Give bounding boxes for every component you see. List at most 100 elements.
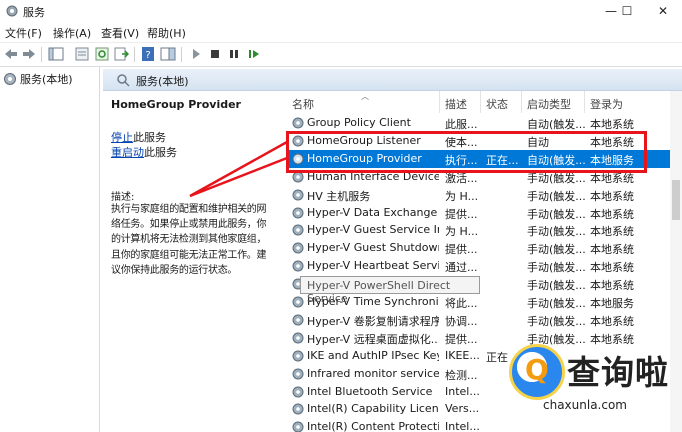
- help-icon[interactable]: ?: [140, 46, 156, 62]
- service-description-cell: Intel...: [445, 420, 480, 432]
- description-line: 且你的家庭组可能无法正常工作。建: [111, 249, 267, 261]
- toolbar: ?: [0, 43, 682, 67]
- watermark-domain: chaxunla.com: [543, 398, 627, 412]
- back-arrow-icon[interactable]: [3, 46, 19, 62]
- service-gear-icon: [292, 242, 304, 254]
- service-name-cell: Hyper-V 远程桌面虚拟化...: [307, 332, 439, 346]
- service-description-cell: 此服...: [445, 118, 478, 131]
- toolbar-separator: [181, 47, 182, 62]
- forward-arrow-icon[interactable]: [21, 46, 37, 62]
- close-button[interactable]: ✕: [646, 0, 680, 22]
- menu-help[interactable]: 帮助(H): [147, 25, 186, 41]
- column-header-label: 描述: [445, 98, 467, 111]
- stop-link[interactable]: 停止: [111, 131, 133, 144]
- description-line: 的计算机将无法检测到其他家庭组，: [111, 234, 267, 246]
- toolbar-separator: [134, 47, 135, 62]
- service-startup-cell: 手动(触发...: [527, 314, 585, 328]
- service-description-cell: 协调...: [445, 314, 478, 328]
- service-startup-cell: 手动(触发...: [527, 225, 585, 239]
- service-description-cell: 为 H...: [445, 189, 479, 203]
- column-header-startup-type[interactable]: 启动类型: [522, 91, 585, 113]
- menu-view[interactable]: 查看(V): [101, 25, 139, 41]
- pause-service-icon[interactable]: [226, 46, 242, 62]
- service-name-cell: Hyper-V Guest Service In...: [307, 223, 439, 237]
- service-logon-cell: 本地系统: [590, 189, 634, 203]
- menu-file[interactable]: 文件(F): [5, 25, 42, 41]
- service-description-cell: 检测...: [445, 368, 478, 382]
- service-gear-icon: [292, 189, 304, 201]
- refresh-icon[interactable]: [94, 46, 110, 62]
- service-name-cell: Infrared monitor service: [307, 366, 439, 380]
- service-name-cell: Hyper-V 卷影复制请求程序: [307, 314, 439, 328]
- restart-link-suffix: 此服务: [144, 146, 177, 159]
- service-logon-cell: 本地系统: [590, 279, 634, 293]
- description-line: 络任务。如果停止或禁用此服务，你: [111, 219, 267, 231]
- description-text: 执行与家庭组的配置和维护相关的网 络任务。如果停止或禁用此服务，你 的计算机将无…: [111, 202, 279, 278]
- service-startup-cell: 手动(触发...: [527, 207, 585, 221]
- console-tree: 服务(本地): [0, 67, 100, 432]
- restart-service-icon[interactable]: [246, 46, 262, 62]
- export-list-icon[interactable]: [113, 46, 129, 62]
- service-row[interactable]: Hyper-V 卷影复制请求程序 协调... 手动(触发... 本地系统: [287, 311, 682, 329]
- watermark-q-glyph: Q: [525, 353, 549, 386]
- service-row[interactable]: Group Policy Client 此服... 自动(触发... 本地系统: [287, 114, 682, 132]
- menu-bar: 文件(F) 操作(A) 查看(V) 帮助(H): [0, 22, 682, 43]
- start-service-icon[interactable]: [188, 46, 204, 62]
- console-tree-icon[interactable]: [48, 46, 64, 62]
- service-name-cell: Intel(R) Capability Licensi...: [307, 402, 439, 416]
- restart-link[interactable]: 重启动: [111, 146, 144, 159]
- selected-service-title: HomeGroup Provider: [111, 98, 241, 111]
- service-description-cell: 提供...: [445, 332, 478, 346]
- service-name-cell: HV 主机服务: [307, 189, 371, 203]
- watermark-logo: Q 查询啦 chaxunla.com: [505, 340, 682, 432]
- service-logon-cell: 本地服务: [590, 297, 634, 310]
- menu-action[interactable]: 操作(A): [53, 25, 91, 41]
- column-header-status[interactable]: 状态: [481, 91, 522, 113]
- service-logon-cell: 本地系统: [590, 207, 634, 221]
- maximize-button[interactable]: ☐: [610, 0, 644, 22]
- search-icon: [117, 74, 130, 87]
- description-line: 议你保持此服务的运行状态。: [111, 264, 238, 276]
- column-header-label: 登录为: [590, 98, 623, 111]
- service-gear-icon: [292, 207, 304, 218]
- scrollbar-thumb[interactable]: [672, 180, 680, 220]
- column-header-label: 状态: [486, 98, 508, 111]
- column-header-description[interactable]: 描述: [440, 91, 481, 113]
- stop-service-icon[interactable]: [207, 46, 223, 62]
- service-gear-icon: [292, 117, 304, 129]
- show-hide-pane-icon[interactable]: [160, 46, 176, 62]
- service-logon-cell: 本地系统: [590, 261, 634, 275]
- service-row[interactable]: Hyper-V Guest Service In... 为 H... 手动(触发..…: [287, 221, 682, 239]
- service-row[interactable]: HV 主机服务 为 H... 手动(触发... 本地系统: [287, 186, 682, 204]
- service-row[interactable]: Hyper-V Heartbeat Service 通过... 手动(触发... 本地…: [287, 257, 682, 275]
- service-gear-icon: [292, 332, 304, 344]
- service-name-cell: Intel Bluetooth Service: [307, 384, 433, 398]
- description-line: 执行与家庭组的配置和维护相关的网: [111, 204, 267, 215]
- window-title: 服务: [23, 6, 45, 19]
- service-logon-cell: 本地系统: [590, 243, 634, 257]
- pane-title: 服务(本地): [136, 75, 189, 88]
- service-gear-icon: [292, 296, 304, 308]
- service-description-cell: 将此...: [445, 297, 478, 310]
- highlight-box: [286, 131, 647, 173]
- column-header-name[interactable]: 名称 ︿: [287, 91, 440, 113]
- service-startup-cell: 手动(触发...: [527, 243, 585, 257]
- service-row[interactable]: Hyper-V Guest Shutdown... 提供... 手动(触发... 本地…: [287, 239, 682, 257]
- service-description-cell: 为 H...: [445, 225, 479, 239]
- stop-link-suffix: 此服务: [133, 131, 166, 144]
- service-description-cell: IKEE...: [445, 348, 480, 362]
- tree-item-label: 服务(本地): [20, 73, 73, 86]
- column-header-log-on-as[interactable]: 登录为: [585, 91, 682, 113]
- tree-item-local-services[interactable]: 服务(本地): [3, 71, 73, 87]
- service-description-cell: Intel...: [445, 384, 480, 398]
- service-row[interactable]: Hyper-V Data Exchange ... 提供... 手动(触发... 本地…: [287, 204, 682, 222]
- toolbar-separator: [41, 47, 42, 62]
- properties-icon[interactable]: [74, 46, 90, 62]
- service-gear-icon: [292, 350, 304, 362]
- watermark-brand: 查询啦: [567, 353, 669, 392]
- service-logon-cell: 本地系统: [590, 314, 634, 328]
- service-name-cell: IKE and AuthIP IPsec Key...: [307, 348, 439, 362]
- service-name-cell: Hyper-V Heartbeat Service: [307, 259, 439, 273]
- service-name-cell: Hyper-V Guest Shutdown...: [307, 241, 439, 255]
- service-gear-icon: [292, 403, 304, 415]
